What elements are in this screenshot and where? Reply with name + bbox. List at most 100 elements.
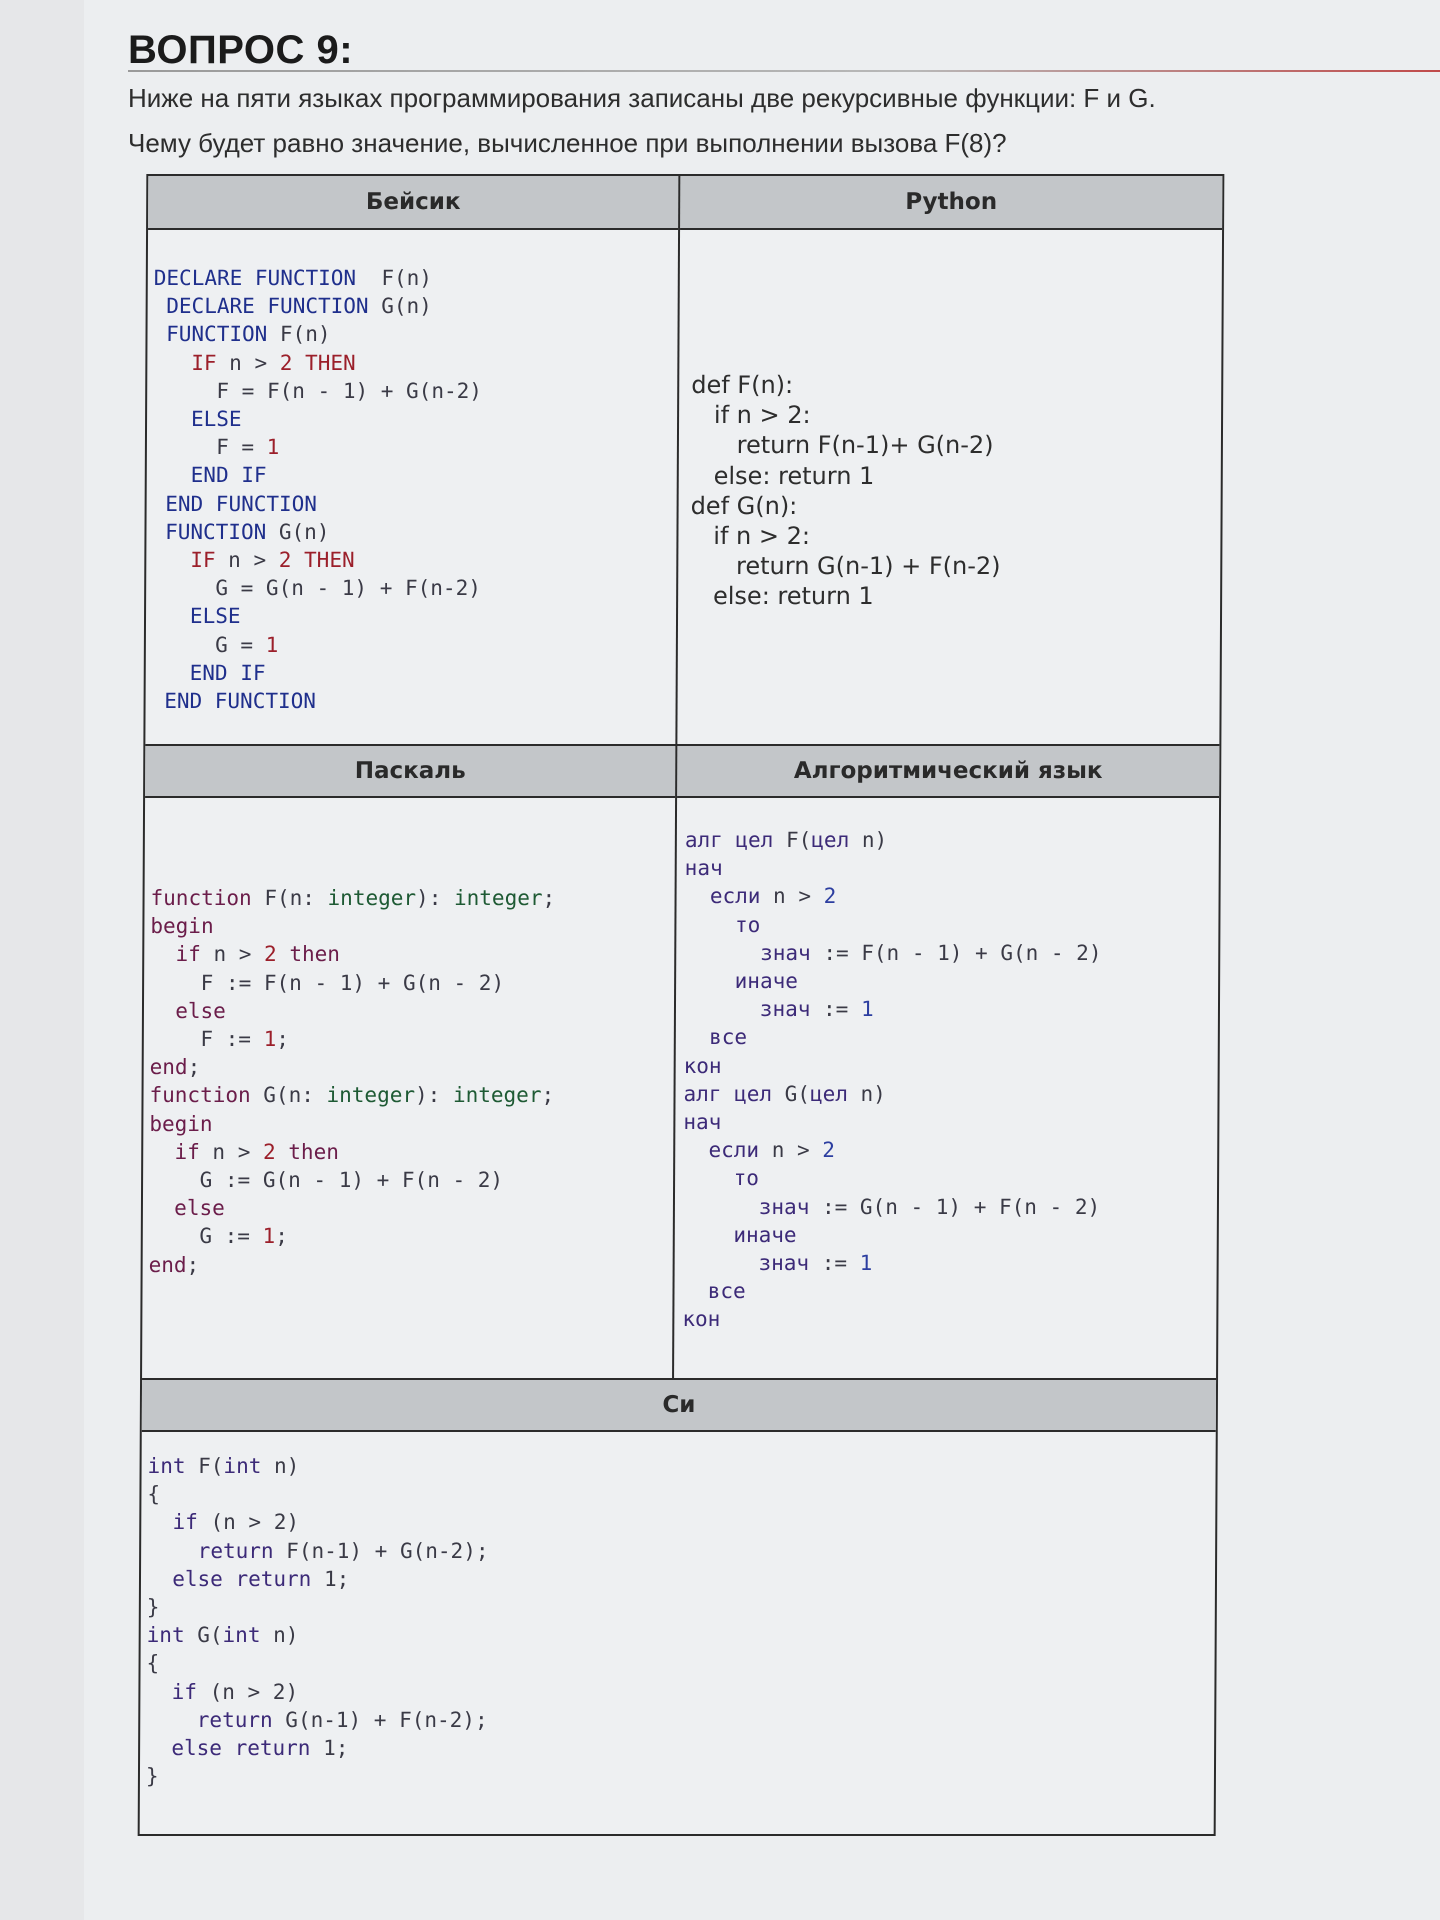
code-text: ; xyxy=(542,886,556,910)
code-line: if n > 2 then xyxy=(150,942,340,966)
code-keyword: алг цел xyxy=(684,828,774,852)
code-line: begin xyxy=(149,1112,212,1136)
code-line: G = 1 xyxy=(151,632,278,657)
code-line: else return 1; xyxy=(146,1736,348,1760)
header-basic: Бейсик xyxy=(148,176,679,230)
code-text: ): xyxy=(414,1083,454,1108)
code-line: F = 1 xyxy=(153,435,279,459)
code-text: 1; xyxy=(311,1566,350,1591)
code-keyword: 2 xyxy=(279,350,293,375)
code-text: G(n) xyxy=(368,294,432,319)
code-text: G(n) xyxy=(266,519,330,544)
code-keyword: int xyxy=(222,1623,261,1648)
code-line: return F(n-1) + G(n-2); xyxy=(147,1539,489,1563)
code-keyword: нач xyxy=(684,856,723,881)
code-line: def G(n): xyxy=(691,492,798,520)
code-keyword: FUNCTION xyxy=(152,519,267,544)
code-line: алг цел G(цел n) xyxy=(683,1082,885,1106)
code-text: ): xyxy=(416,886,455,910)
code-line: иначе xyxy=(684,969,798,993)
code-keyword: if xyxy=(149,1139,200,1164)
header-pascal: Паскаль xyxy=(145,746,676,798)
code-text: else: return 1 xyxy=(690,582,874,611)
code-text: n) xyxy=(260,1623,299,1648)
code-text: G := G(n - 1) + F(n - 2) xyxy=(149,1168,504,1193)
code-text: ; xyxy=(275,1224,288,1249)
code-keyword: return xyxy=(146,1707,273,1732)
code-line: else xyxy=(149,1196,225,1220)
code-keyword: 2 xyxy=(262,1139,276,1164)
code-line: нач xyxy=(683,1110,721,1134)
code-keyword: end xyxy=(148,1252,187,1277)
code-keyword: then xyxy=(275,1139,339,1164)
code-keyword: if xyxy=(146,1679,198,1704)
code-text: := xyxy=(809,1251,860,1276)
code-text: n > xyxy=(760,884,824,909)
code-keyword: цел xyxy=(811,828,850,852)
code-keyword: то xyxy=(683,1166,760,1191)
code-keyword: 1 xyxy=(859,1251,873,1276)
code-keyword: FUNCTION xyxy=(153,322,268,347)
code-text: := G(n - 1) + F(n - 2) xyxy=(809,1194,1101,1219)
code-text: n) xyxy=(261,1454,300,1478)
code-keyword: если xyxy=(684,884,761,909)
code-text: } xyxy=(146,1595,160,1620)
code-keyword: END IF xyxy=(152,463,267,488)
code-keyword: begin xyxy=(150,914,214,939)
code-line: DECLARE FUNCTION F(n) xyxy=(154,266,432,290)
code-keyword: 2 xyxy=(278,548,292,573)
code-line: } xyxy=(146,1764,159,1788)
code-keyword: кон xyxy=(682,1307,721,1332)
code-text: F(n-1) + G(n-2); xyxy=(273,1538,489,1563)
code-keyword: все xyxy=(682,1279,746,1304)
code-keyword: иначе xyxy=(682,1222,797,1247)
code-table: Бейсик Python Паскаль Алгоритмический яз… xyxy=(137,174,1225,1836)
code-text: n) xyxy=(849,828,888,852)
code-keyword: integer xyxy=(327,886,417,910)
code-keyword: end xyxy=(149,1055,188,1080)
code-keyword: begin xyxy=(149,1111,213,1136)
code-keyword: integer xyxy=(326,1083,416,1108)
code-text: G := xyxy=(148,1224,263,1249)
code-line: DECLARE FUNCTION G(n) xyxy=(154,294,432,318)
code-line: FUNCTION F(n) xyxy=(153,322,331,347)
code-keyword: 2 xyxy=(822,1138,836,1163)
code-text: G = G(n - 1) + F(n-2) xyxy=(152,576,481,601)
code-keyword: THEN xyxy=(292,350,356,375)
column-divider xyxy=(675,176,681,744)
code-line: if n > 2: xyxy=(690,522,810,550)
code-text: ; xyxy=(276,1027,289,1052)
code-basic: DECLARE FUNCTION F(n) DECLARE FUNCTION G… xyxy=(152,264,483,715)
code-keyword: все xyxy=(683,1025,748,1050)
code-keyword: ELSE xyxy=(151,604,241,629)
code-text: if n > 2: xyxy=(690,522,811,551)
code-keyword: else return xyxy=(146,1566,312,1591)
code-keyword: алг цел xyxy=(683,1081,773,1106)
code-line: END IF xyxy=(152,661,266,685)
code-text: := F(n - 1) + G(n - 2) xyxy=(810,940,1102,965)
code-pascal: function F(n: integer): integer; begin i… xyxy=(149,884,556,1279)
code-text: G = xyxy=(151,632,266,657)
code-keyword: if xyxy=(147,1510,198,1535)
code-line: иначе xyxy=(682,1222,797,1247)
code-keyword: int xyxy=(223,1454,262,1478)
code-line: ELSE xyxy=(153,407,242,431)
code-line: IF n > 2 THEN xyxy=(153,350,356,375)
code-line: F := F(n - 1) + G(n - 2) xyxy=(150,971,505,995)
code-keyword: then xyxy=(276,942,340,967)
code-keyword: 2 xyxy=(823,884,837,909)
code-line: знач := 1 xyxy=(684,997,874,1021)
code-keyword: то xyxy=(684,912,761,937)
code-text: := xyxy=(810,997,862,1022)
question-text: Ниже на пяти языках программирования зап… xyxy=(128,76,1368,166)
code-text: } xyxy=(145,1764,159,1789)
header-python: Python xyxy=(680,176,1223,230)
code-line: G := 1; xyxy=(149,1224,288,1248)
code-text: n > xyxy=(200,942,265,967)
code-line: все xyxy=(682,1279,746,1304)
code-line: IF n > 2 THEN xyxy=(152,548,355,573)
header-c: Си xyxy=(141,1380,1217,1432)
code-line: { xyxy=(147,1482,160,1506)
code-keyword: знач xyxy=(682,1251,810,1276)
code-line: end; xyxy=(150,1055,201,1079)
